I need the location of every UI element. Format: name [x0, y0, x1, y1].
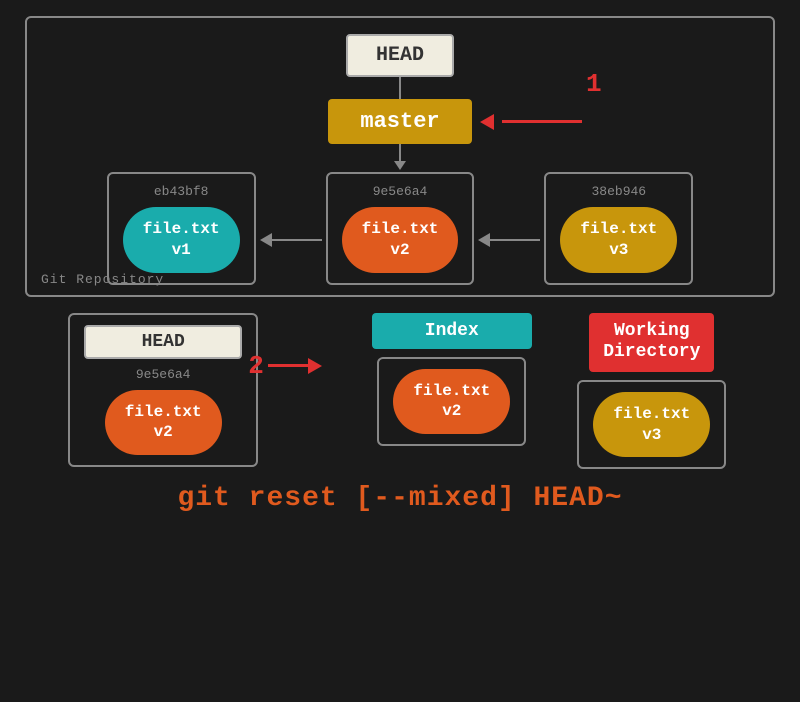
bottom-diagram: HEAD 9e5e6a4 file.txt v2 2 Index file.tx… [25, 313, 775, 515]
master-container: master 1 [328, 99, 471, 144]
label-1: 1 [586, 69, 602, 99]
v-line-master [399, 144, 401, 162]
bottom-head-label: HEAD [84, 325, 242, 359]
head-to-master-line [399, 77, 401, 99]
arrow-2-line [268, 364, 308, 367]
head-label: HEAD [376, 44, 424, 67]
arrow-1-head [480, 114, 494, 130]
arrow-line-0 [272, 239, 322, 241]
bottom-head-section: HEAD 9e5e6a4 file.txt v2 [68, 313, 258, 468]
bottom-boxes-row: HEAD 9e5e6a4 file.txt v2 2 Index file.tx… [25, 313, 775, 470]
arrow-right-to-center [478, 233, 540, 247]
commits-row: eb43bf8 file.txt v1 9e5e6a4 file.txt v2 [47, 172, 753, 285]
master-to-commits-line [399, 144, 401, 162]
arrow-2-head [308, 358, 322, 374]
top-diagram: HEAD master 1 eb43bf8 file.txt v1 [25, 16, 775, 297]
commit-hash-1: 9e5e6a4 [373, 184, 428, 199]
bottom-head-blob: file.txt v2 [105, 390, 222, 456]
commit-box-0: eb43bf8 file.txt v1 [107, 172, 256, 285]
arrow-center-to-left [260, 233, 322, 247]
index-section: Index file.txt v2 [372, 313, 532, 447]
wd-blob-wrap: file.txt v3 [577, 380, 726, 470]
file-blob-1: file.txt v2 [342, 207, 459, 273]
commit-hash-2: 38eb946 [592, 184, 647, 199]
wd-label: WorkingDirectory [589, 313, 714, 372]
arrow-head-left-1 [478, 233, 490, 247]
master-box: master 1 [328, 99, 471, 144]
file-blob-0: file.txt v1 [123, 207, 240, 273]
file-blob-2: file.txt v3 [560, 207, 677, 273]
index-blob: file.txt v2 [393, 369, 510, 435]
arrow-1-line [502, 120, 582, 123]
git-command: git reset [--mixed] HEAD~ [177, 483, 622, 514]
arrow-line-1 [490, 239, 540, 241]
commit-box-2: 38eb946 file.txt v3 [544, 172, 693, 285]
head-box-top: HEAD [346, 34, 454, 77]
arrow-1 [480, 114, 582, 130]
working-directory-section: WorkingDirectory file.txt v3 [572, 313, 732, 470]
index-label: Index [372, 313, 532, 349]
arrow-head-left-0 [260, 233, 272, 247]
label-2: 2 [248, 351, 264, 381]
commit-hash-0: eb43bf8 [154, 184, 209, 199]
bottom-head-hash: 9e5e6a4 [136, 367, 191, 382]
wd-blob: file.txt v3 [593, 392, 710, 458]
arrow-2: 2 [248, 351, 322, 381]
index-blob-wrap: file.txt v2 [377, 357, 526, 447]
commit-box-1: 9e5e6a4 file.txt v2 [326, 172, 475, 285]
master-label: master [360, 109, 439, 134]
git-repo-label: Git Repository [41, 272, 164, 287]
